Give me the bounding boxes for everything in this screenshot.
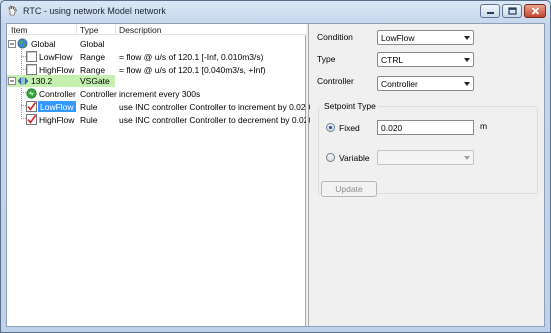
tree-item-description: = flow @ u/s of 120.1 [-Inf, 0.010m3/s) [119,52,264,62]
rule-properties-panel: Condition LowFlow Type CTRL Controller C… [310,24,544,326]
tree-item-description: increment every 300s [119,89,201,99]
rule-tree-panel[interactable]: Item Type Description Global Global LowF… [7,24,320,326]
fixed-unit-label: m [480,121,488,131]
close-icon [531,7,539,15]
client-area: Item Type Description Global Global LowF… [6,23,545,327]
fixed-radio[interactable] [326,123,335,132]
title-bar[interactable]: RTC - using network Model network [1,1,550,22]
chevron-down-icon [464,156,470,160]
tree-item-type: Rule [80,102,98,112]
tree-row-controller[interactable]: Controller Controller increment every 30… [7,88,306,100]
globe-icon [17,38,28,49]
close-button[interactable] [524,4,546,18]
condition-value: LowFlow [381,33,415,43]
column-separator[interactable] [115,24,116,35]
controller-value: Controller [381,79,418,89]
controller-combobox[interactable]: Controller [377,76,474,91]
tree-item-label: Global [31,39,56,49]
setpoint-type-label: Setpoint Type [322,101,378,111]
tree-row-lowflow-rule[interactable]: LowFlow Rule use INC controller Controll… [7,101,317,113]
chevron-down-icon [464,82,470,86]
tree-item-type: Range [80,65,106,75]
tree-item-description: = flow @ u/s of 120.1 [0.040m3/s, +Inf) [119,65,266,75]
update-button[interactable]: Update [321,181,377,197]
variable-combobox[interactable] [377,150,474,165]
chevron-down-icon [464,58,470,62]
chevron-down-icon [464,36,470,40]
tree-item-label: Controller [39,89,76,99]
tree-item-type: Range [80,52,106,62]
collapse-toggle-icon[interactable] [8,77,16,85]
panel-splitter[interactable] [306,24,309,326]
tree-row-lowflow-range[interactable]: LowFlow Range = flow @ u/s of 120.1 [-In… [7,51,306,63]
variable-label[interactable]: Variable [339,153,370,163]
type-value: CTRL [381,55,404,65]
window-title: RTC - using network Model network [23,6,166,16]
tree-item-description: use INC controller Controller to decreme… [119,115,321,125]
type-label: Type [317,54,336,64]
tree-item-label: HighFlow [39,65,75,75]
condition-combobox[interactable]: LowFlow [377,30,474,45]
column-header-type[interactable]: Type [80,25,98,35]
tree-item-type: Rule [80,115,98,125]
controller-icon [26,88,37,99]
tree-item-type: VSGate [80,76,110,86]
gate-icon [17,76,29,86]
minimize-button[interactable] [480,4,500,18]
tree-row-gate[interactable]: 130.2 VSGate [7,75,306,87]
hand-pointer-icon [8,5,17,16]
range-box-icon [26,51,37,62]
tree-item-label: 130.2 [31,76,53,86]
maximize-icon [507,7,517,15]
fixed-value-input-box[interactable] [377,120,474,135]
fixed-value-input[interactable] [378,121,471,134]
condition-label: Condition [317,32,353,42]
maximize-button[interactable] [502,4,522,18]
column-header-item[interactable]: Item [11,25,28,35]
tree-row-highflow-rule[interactable]: HighFlow Rule use INC controller Control… [7,114,320,126]
minimize-icon [486,11,494,14]
column-header: Item Type Description [7,24,306,35]
column-header-description[interactable]: Description [119,25,162,35]
tree-item-type: Controller [80,89,117,99]
tree-item-type: Global [80,39,105,49]
variable-radio[interactable] [326,153,335,162]
tree-item-label: LowFlow [39,52,73,62]
tree-item-label: HighFlow [39,115,75,125]
rule-icon [26,101,37,112]
type-combobox[interactable]: CTRL [377,52,474,67]
range-box-icon [26,64,37,75]
fixed-label[interactable]: Fixed [339,123,360,133]
rtc-window: RTC - using network Model network Item T… [0,0,551,333]
column-separator[interactable] [76,24,77,35]
tree-row-global[interactable]: Global Global [7,38,306,50]
tree-item-description: use INC controller Controller to increme… [119,102,318,112]
rule-icon [26,114,37,125]
controller-label: Controller [317,76,354,86]
tree-item-label: LowFlow [40,102,74,112]
collapse-toggle-icon[interactable] [8,40,16,48]
